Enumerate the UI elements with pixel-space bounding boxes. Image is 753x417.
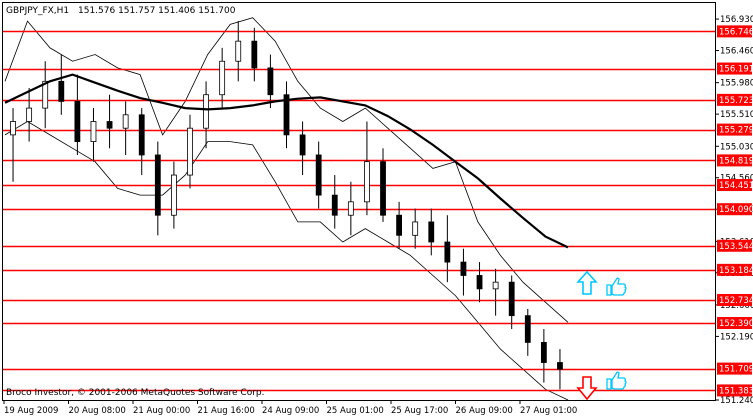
symbol-label: GBPJPY_FX,H1 — [6, 6, 69, 16]
candle-body — [524, 315, 531, 343]
x-tick-label: 25 Aug 17:00 — [391, 406, 448, 416]
level-label: 152.390 — [717, 317, 753, 330]
candle-body — [10, 121, 16, 136]
candle-body — [315, 154, 322, 196]
candle-body — [122, 114, 129, 129]
x-tick-label: 26 Aug 09:00 — [456, 406, 513, 416]
candle-body — [299, 134, 306, 156]
y-tick-label: 155.510 — [720, 110, 753, 120]
level-label: 156.746 — [717, 25, 753, 38]
level-label-text: 156.746 — [719, 27, 753, 37]
candle-body — [74, 101, 81, 142]
level-label-text: 156.191 — [719, 65, 753, 75]
level-label: 155.279 — [717, 123, 753, 136]
level-label-text: 152.734 — [719, 296, 753, 306]
level-label: 152.734 — [717, 293, 753, 306]
candle-body — [58, 80, 65, 102]
level-label-text: 154.819 — [719, 156, 753, 166]
x-tick-label: 25 Aug 01:00 — [327, 406, 384, 416]
level-label: 156.191 — [717, 62, 753, 75]
x-tick-label: 24 Aug 09:00 — [262, 406, 319, 416]
candle-body — [444, 241, 451, 263]
candle-body — [331, 194, 338, 216]
level-label: 154.819 — [717, 154, 753, 167]
y-tick-label: 156.930 — [720, 15, 753, 25]
candle-body — [154, 154, 161, 216]
candle-body — [26, 107, 33, 122]
x-axis: 19 Aug 2009 20 Aug 08:00 21 Aug 00:00 21 Au… — [3, 400, 577, 416]
x-tick-label: 21 Aug 16:00 — [198, 406, 255, 416]
candle-body — [460, 261, 467, 276]
x-tick-label: 21 Aug 00:00 — [133, 406, 190, 416]
candle-body — [557, 362, 563, 370]
level-label-text: 151.709 — [719, 365, 753, 375]
level-label: 151.383 — [717, 384, 753, 397]
level-label-text: 151.383 — [719, 386, 753, 396]
copyright-text: Broco Investor, © 2001-2006 MetaQuotes S… — [6, 388, 265, 398]
candle-body — [138, 114, 145, 156]
level-label: 153.544 — [717, 239, 753, 252]
candle-body — [170, 174, 177, 216]
price-chart: 156.930156.460155.980155.510155.030154.5… — [2, 2, 753, 416]
x-tick-label: 27 Aug 01:00 — [520, 406, 577, 416]
candle-body — [235, 40, 242, 62]
y-tick-label: 152.190 — [720, 332, 753, 342]
candle-body — [508, 281, 515, 317]
candle-body — [380, 161, 386, 216]
level-label: 154.451 — [717, 179, 753, 192]
ohlc-readout: 151.576 151.757 151.406 151.700 — [78, 6, 236, 16]
candle-body — [90, 121, 97, 142]
level-label: 154.090 — [717, 203, 753, 216]
candle-body — [203, 94, 209, 129]
candle-body — [219, 60, 226, 96]
candle-body — [428, 221, 435, 243]
level-label-text: 155.279 — [719, 126, 753, 136]
candle-body — [106, 121, 113, 129]
candle-body — [396, 214, 403, 236]
level-label: 155.723 — [717, 93, 753, 106]
x-tick-label: 20 Aug 08:00 — [69, 406, 126, 416]
level-label: 151.709 — [717, 362, 753, 375]
chart-window: 156.930 156.460 155.980 155.510 155.030 154.5… — [0, 0, 753, 417]
y-tick-label: 155.980 — [720, 79, 753, 89]
level-label-text: 153.544 — [719, 242, 753, 252]
candle-body — [267, 67, 274, 96]
y-tick-label: 151.240 — [720, 396, 753, 406]
level-label: 153.184 — [717, 263, 753, 276]
y-tick-label: 156.460 — [720, 47, 753, 57]
y-tick-label: 155.030 — [720, 142, 753, 152]
level-label-text: 152.390 — [719, 319, 753, 329]
level-label-text: 153.184 — [719, 266, 753, 276]
x-tick-label: 19 Aug 2009 — [4, 406, 58, 416]
candle-body — [540, 342, 547, 363]
candle-body — [187, 127, 193, 176]
candle-body — [364, 161, 370, 203]
level-label-text: 154.090 — [719, 205, 753, 215]
plot-frame — [2, 2, 716, 401]
candle-body — [347, 201, 354, 216]
level-label-text: 154.451 — [719, 181, 753, 191]
candle-body — [251, 40, 258, 69]
candle-body — [476, 275, 483, 290]
candle-body — [412, 221, 419, 236]
level-label-text: 155.723 — [719, 96, 753, 106]
candle-body — [492, 281, 499, 290]
